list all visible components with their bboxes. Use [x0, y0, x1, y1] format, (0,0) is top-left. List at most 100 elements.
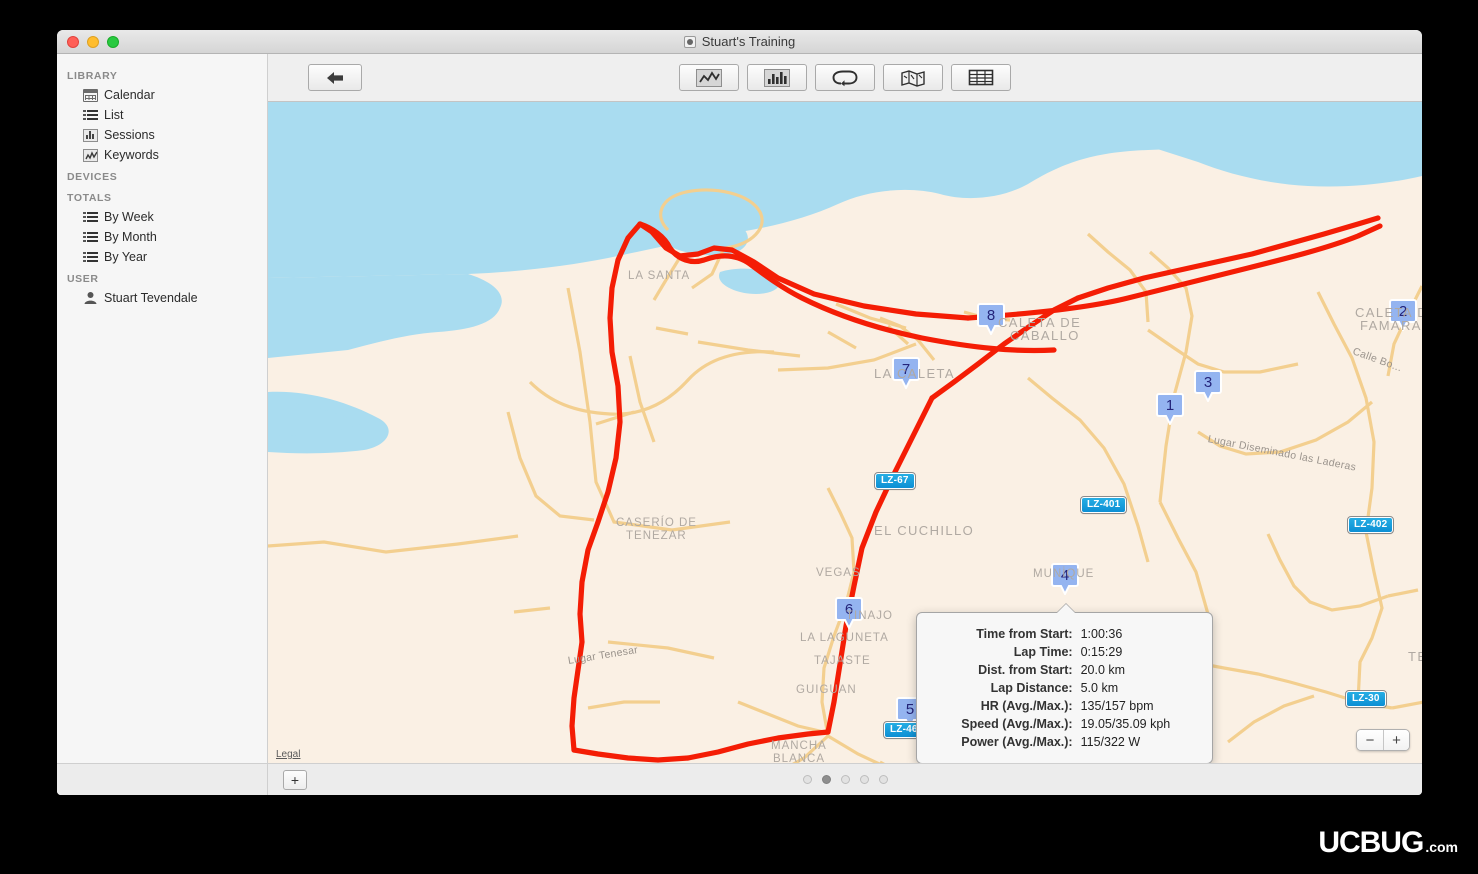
- window-title-group: Stuart's Training: [57, 30, 1422, 53]
- lap-info-row: Dist. from Start: 20.0 km: [927, 661, 1196, 679]
- back-button[interactable]: [308, 64, 362, 91]
- pin-label: 4: [1060, 566, 1070, 584]
- bar-chart-icon: [764, 68, 790, 87]
- lap-info-row: Lap Time: 0:15:29: [927, 643, 1196, 661]
- page-dot-1[interactable]: [802, 775, 812, 784]
- zoom-button[interactable]: [107, 35, 119, 48]
- page-dot-2[interactable]: [821, 775, 831, 784]
- list-icon: [83, 231, 98, 244]
- lap-info-value: 0:15:29: [1080, 645, 1123, 659]
- document-icon: [683, 35, 696, 48]
- sidebar-item-keywords[interactable]: Keywords: [57, 145, 267, 165]
- title-bar: Stuart's Training: [57, 30, 1422, 54]
- map-view-button[interactable]: [883, 64, 943, 91]
- legal-link[interactable]: Legal: [276, 749, 300, 760]
- table-icon: [968, 69, 994, 87]
- sidebar-item-label: By Week: [104, 210, 154, 224]
- lap-info-table: Time from Start: 1:00:36 Lap Time: 0:15:29 D…: [927, 625, 1196, 751]
- pin-label: 7: [901, 360, 911, 378]
- sidebar-header-library: LIBRARY: [67, 70, 118, 82]
- sidebar: LIBRARY Calendar List Sessions Keywords …: [57, 54, 268, 795]
- window-title: Stuart's Training: [701, 34, 796, 49]
- sidebar-item-sessions[interactable]: Sessions: [57, 125, 267, 145]
- map-pin-7[interactable]: 7: [892, 357, 920, 389]
- sidebar-item-label: List: [104, 108, 124, 122]
- sea-north: [268, 102, 1422, 278]
- zoom-out-button[interactable]: −: [1357, 730, 1383, 750]
- map-pin-3[interactable]: 3: [1194, 370, 1222, 402]
- watermark-main: UCBUG: [1318, 826, 1424, 859]
- lap-info-popup: Time from Start: 1:00:36 Lap Time: 0:15:29 D…: [916, 612, 1213, 763]
- sidebar-item-stuart-tevendale[interactable]: Stuart Tevendale: [57, 288, 267, 308]
- sidebar-item-calendar[interactable]: Calendar: [57, 85, 267, 105]
- lap-info-row: Speed (Avg./Max.): 19.05/35.09 kph: [927, 715, 1196, 733]
- map-pin-1[interactable]: 1: [1156, 393, 1184, 425]
- pin-label: 8: [986, 306, 996, 324]
- sidebar-footer: [57, 763, 267, 795]
- sidebar-item-label: By Year: [104, 250, 148, 264]
- lap-info-value: 1:00:36: [1080, 627, 1123, 641]
- line-chart-view-button[interactable]: [679, 64, 739, 91]
- bar-chart-view-button[interactable]: [747, 64, 807, 91]
- lap-info-key: Dist. from Start:: [978, 663, 1073, 677]
- toolbar: [268, 54, 1422, 102]
- sidebar-item-list[interactable]: List: [57, 105, 267, 125]
- page-dot-5[interactable]: [878, 775, 888, 784]
- sidebar-item-by-month[interactable]: By Month: [57, 227, 267, 247]
- footer-bar: +: [268, 763, 1422, 795]
- app-window: Stuart's Training LIBRARY Calendar List …: [57, 30, 1422, 795]
- lap-info-key: Lap Distance:: [990, 681, 1073, 695]
- sidebar-header-user: USER: [67, 273, 99, 285]
- view-switcher: [268, 64, 1422, 91]
- sidebar-item-by-year[interactable]: By Year: [57, 247, 267, 267]
- lap-info-row: Power (Avg./Max.): 115/322 W: [927, 733, 1196, 751]
- pin-label: 2: [1398, 302, 1408, 320]
- loop-icon: [832, 69, 858, 87]
- watermark: UCBUG .com: [1318, 826, 1458, 860]
- lap-info-key: Power (Avg./Max.):: [961, 735, 1073, 749]
- sidebar-header-devices: DEVICES: [67, 171, 118, 183]
- map-pin-8[interactable]: 8: [977, 303, 1005, 335]
- lap-info-row: Lap Distance: 5.0 km: [927, 679, 1196, 697]
- lap-info-value: 115/322 W: [1080, 735, 1141, 749]
- arrow-left-icon: [327, 71, 343, 84]
- lap-info-value: 20.0 km: [1080, 663, 1126, 677]
- zoom-controls: − +: [1356, 729, 1410, 751]
- sidebar-item-label: Calendar: [104, 88, 155, 102]
- sidebar-item-by-week[interactable]: By Week: [57, 207, 267, 227]
- map-vector-layer: [268, 102, 1422, 763]
- sea-west-upper: [268, 274, 502, 358]
- lap-info-key: Speed (Avg./Max.):: [961, 717, 1073, 731]
- map-canvas[interactable]: 12345678 LZ-67LZ-401LZ-402LZ-10LZ-30LZ-4…: [268, 102, 1422, 763]
- page-dot-4[interactable]: [859, 775, 869, 784]
- line-chart-icon: [83, 148, 98, 162]
- pin-label: 1: [1165, 396, 1175, 414]
- pin-label: 6: [844, 600, 854, 618]
- list-icon: [83, 211, 98, 224]
- sidebar-item-label: Sessions: [104, 128, 155, 142]
- line-chart-icon: [696, 68, 722, 87]
- map-pin-4[interactable]: 4: [1051, 563, 1079, 595]
- watermark-domain: .com: [1425, 839, 1458, 855]
- sidebar-scroll: LIBRARY Calendar List Sessions Keywords …: [57, 64, 267, 763]
- zoom-in-button[interactable]: +: [1383, 730, 1409, 750]
- table-view-button[interactable]: [951, 64, 1011, 91]
- minimize-button[interactable]: [87, 35, 99, 48]
- laps-view-button[interactable]: [815, 64, 875, 91]
- page-dot-3[interactable]: [840, 775, 850, 784]
- list-icon: [83, 109, 98, 122]
- sidebar-item-label: Stuart Tevendale: [104, 291, 198, 305]
- close-button[interactable]: [67, 35, 79, 48]
- lap-info-value: 5.0 km: [1080, 681, 1119, 695]
- sidebar-item-label: By Month: [104, 230, 157, 244]
- traffic-lights: [67, 35, 119, 48]
- page-dots: [268, 775, 1422, 784]
- lap-info-value: 135/157 bpm: [1080, 699, 1154, 713]
- lap-info-row: Time from Start: 1:00:36: [927, 625, 1196, 643]
- lap-info-key: HR (Avg./Max.):: [980, 699, 1073, 713]
- sidebar-header-totals: TOTALS: [67, 192, 112, 204]
- map-pin-6[interactable]: 6: [835, 597, 863, 629]
- lap-info-key: Lap Time:: [1013, 645, 1073, 659]
- map-pin-2[interactable]: 2: [1389, 299, 1417, 331]
- calendar-icon: [83, 88, 98, 102]
